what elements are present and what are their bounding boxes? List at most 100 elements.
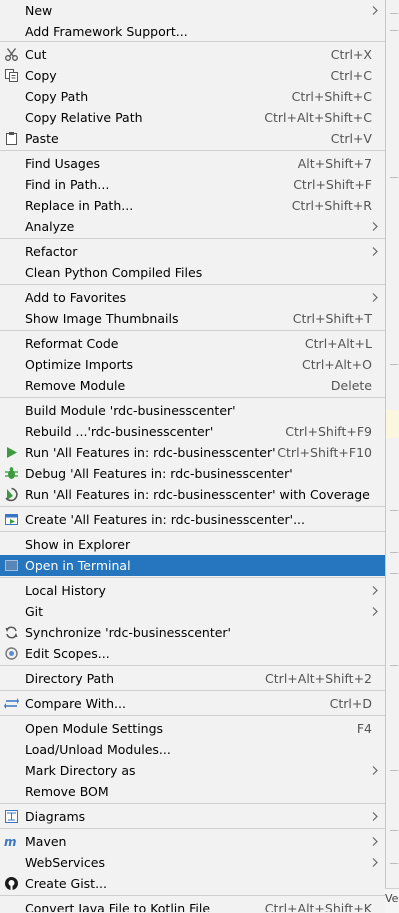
menu-item-label: Analyze <box>25 219 75 234</box>
menu-item-run-all-features-in-rdc-businesscenter-w[interactable]: Run 'All Features in: rdc-businesscenter… <box>0 484 385 505</box>
menu-item-label: Rebuild ...'rdc-businesscenter' <box>25 424 214 439</box>
maven-icon: m <box>4 834 19 849</box>
menu-item-label: Edit Scopes... <box>25 646 110 661</box>
menu-separator <box>0 715 385 716</box>
menu-item-label: Remove Module <box>25 378 126 393</box>
terminal-icon <box>4 558 19 573</box>
menu-item-label: Copy Relative Path <box>25 110 143 125</box>
menu-item-label: Find in Path... <box>25 177 110 192</box>
menu-item-copy-path[interactable]: Copy Path Ctrl+Shift+C <box>0 86 385 107</box>
menu-item-label: Synchronize 'rdc-businesscenter' <box>25 625 231 640</box>
menu-separator <box>0 803 385 804</box>
menu-item-analyze[interactable]: Analyze <box>0 216 385 237</box>
menu-item-label: Local History <box>25 583 106 598</box>
menu-item-shortcut: Ctrl+Alt+O <box>302 357 372 372</box>
gutter-marker <box>390 510 398 511</box>
menu-item-show-image-thumbnails[interactable]: Show Image Thumbnails Ctrl+Shift+T <box>0 308 385 329</box>
menu-item-shortcut: Ctrl+Shift+C <box>291 89 372 104</box>
menu-item-remove-bom[interactable]: Remove BOM <box>0 781 385 802</box>
gutter-marker <box>390 13 398 14</box>
menu-item-clean-python-compiled-files[interactable]: Clean Python Compiled Files <box>0 262 385 283</box>
menu-item-edit-scopes[interactable]: Edit Scopes... <box>0 643 385 664</box>
menu-item-maven[interactable]: m Maven <box>0 831 385 852</box>
menu-item-label: Copy Path <box>25 89 89 104</box>
menu-separator <box>0 41 385 42</box>
chevron-right-icon <box>370 0 380 21</box>
menu-item-run-all-features-in-rdc-businesscenter[interactable]: Run 'All Features in: rdc-businesscenter… <box>0 442 385 463</box>
menu-item-shortcut: Ctrl+Alt+L <box>304 336 372 351</box>
menu-item-find-usages[interactable]: Find Usages Alt+Shift+7 <box>0 153 385 174</box>
menu-item-directory-path[interactable]: Directory Path Ctrl+Alt+Shift+2 <box>0 668 385 689</box>
menu-item-mark-directory-as[interactable]: Mark Directory as <box>0 760 385 781</box>
status-bar-text: Vers <box>385 892 399 905</box>
menu-item-label: Add to Favorites <box>25 290 127 305</box>
menu-item-shortcut: Ctrl+Shift+F9 <box>285 424 372 439</box>
menu-item-label: Copy <box>25 68 57 83</box>
menu-item-local-history[interactable]: Local History <box>0 580 385 601</box>
menu-item-label: Optimize Imports <box>25 357 134 372</box>
menu-item-label: Debug 'All Features in: rdc-businesscent… <box>25 466 293 481</box>
menu-item-synchronize-rdc-businesscenter[interactable]: Synchronize 'rdc-businesscenter' <box>0 622 385 643</box>
menu-item-add-framework-support[interactable]: Add Framework Support... <box>0 21 385 42</box>
create-config-icon <box>4 512 19 527</box>
menu-item-label: Git <box>25 604 44 619</box>
menu-item-label: Run 'All Features in: rdc-businesscenter… <box>25 445 276 460</box>
menu-item-build-module-rdc-businesscenter[interactable]: Build Module 'rdc-businesscenter' <box>0 400 385 421</box>
menu-item-shortcut: Ctrl+Alt+Shift+K <box>264 901 372 912</box>
menu-item-reformat-code[interactable]: Reformat Code Ctrl+Alt+L <box>0 333 385 354</box>
menu-item-open-in-terminal[interactable]: Open in Terminal <box>0 555 385 576</box>
menu-item-remove-module[interactable]: Remove Module Delete <box>0 375 385 396</box>
menu-item-label: Reformat Code <box>25 336 119 351</box>
menu-item-label: Open in Terminal <box>25 558 131 573</box>
menu-separator <box>0 284 385 285</box>
menu-item-rebuild-rdc-businesscenter[interactable]: Rebuild ...'rdc-businesscenter' Ctrl+Shif… <box>0 421 385 442</box>
menu-item-debug-all-features-in-rdc-businesscenter[interactable]: Debug 'All Features in: rdc-businesscent… <box>0 463 385 484</box>
gutter-marker <box>390 863 398 864</box>
menu-item-convert-java-file-to-kotlin-file[interactable]: Convert Java File to Kotlin File Ctrl+Alt… <box>0 898 385 912</box>
menu-item-label: Load/Unload Modules... <box>25 742 171 757</box>
gutter-marker <box>390 177 398 178</box>
menu-separator <box>0 506 385 507</box>
menu-separator <box>0 330 385 331</box>
menu-item-compare-with[interactable]: Compare With... Ctrl+D <box>0 693 385 714</box>
menu-separator <box>0 690 385 691</box>
menu-item-label: Paste <box>25 131 59 146</box>
menu-item-webservices[interactable]: WebServices <box>0 852 385 873</box>
menu-separator <box>0 397 385 398</box>
copy-icon <box>4 68 19 83</box>
menu-item-cut[interactable]: Cut Ctrl+X <box>0 44 385 65</box>
menu-item-show-in-explorer[interactable]: Show in Explorer <box>0 534 385 555</box>
menu-item-label: Compare With... <box>25 696 126 711</box>
menu-item-shortcut: Ctrl+C <box>330 68 372 83</box>
menu-item-create-gist[interactable]: Create Gist... <box>0 873 385 894</box>
chevron-right-icon <box>370 852 380 873</box>
menu-item-label: Create 'All Features in: rdc-businesscen… <box>25 512 306 527</box>
menu-item-replace-in-path[interactable]: Replace in Path... Ctrl+Shift+R <box>0 195 385 216</box>
menu-item-create-all-features-in-rdc-businesscente[interactable]: Create 'All Features in: rdc-businesscen… <box>0 509 385 530</box>
menu-item-git[interactable]: Git <box>0 601 385 622</box>
menu-item-optimize-imports[interactable]: Optimize Imports Ctrl+Alt+O <box>0 354 385 375</box>
menu-item-copy[interactable]: Copy Ctrl+C <box>0 65 385 86</box>
context-menu: New Add Framework Support... Cut Ctrl+X Copy… <box>0 0 385 912</box>
menu-item-add-to-favorites[interactable]: Add to Favorites <box>0 287 385 308</box>
menu-item-new[interactable]: New <box>0 0 385 21</box>
menu-item-refactor[interactable]: Refactor <box>0 241 385 262</box>
menu-item-open-module-settings[interactable]: Open Module Settings F4 <box>0 718 385 739</box>
menu-item-shortcut: Ctrl+Alt+Shift+C <box>264 110 372 125</box>
menu-item-load-unload-modules[interactable]: Load/Unload Modules... <box>0 739 385 760</box>
menu-item-label: Open Module Settings <box>25 721 164 736</box>
menu-item-find-in-path[interactable]: Find in Path... Ctrl+Shift+F <box>0 174 385 195</box>
menu-item-label: Cut <box>25 47 47 62</box>
status-bar-fragment: Vers <box>385 888 399 913</box>
chevron-right-icon <box>370 287 380 308</box>
menu-item-shortcut: F4 <box>356 721 372 736</box>
gutter-marker <box>390 573 398 574</box>
gutter-marker <box>390 830 398 831</box>
menu-item-diagrams[interactable]: Diagrams <box>0 806 385 827</box>
menu-item-label: Directory Path <box>25 671 115 686</box>
menu-item-paste[interactable]: Paste Ctrl+V <box>0 128 385 149</box>
menu-item-label: Show Image Thumbnails <box>25 311 179 326</box>
menu-item-shortcut: Ctrl+Shift+T <box>292 311 372 326</box>
menu-item-label: Clean Python Compiled Files <box>25 265 203 280</box>
menu-item-copy-relative-path[interactable]: Copy Relative Path Ctrl+Alt+Shift+C <box>0 107 385 128</box>
